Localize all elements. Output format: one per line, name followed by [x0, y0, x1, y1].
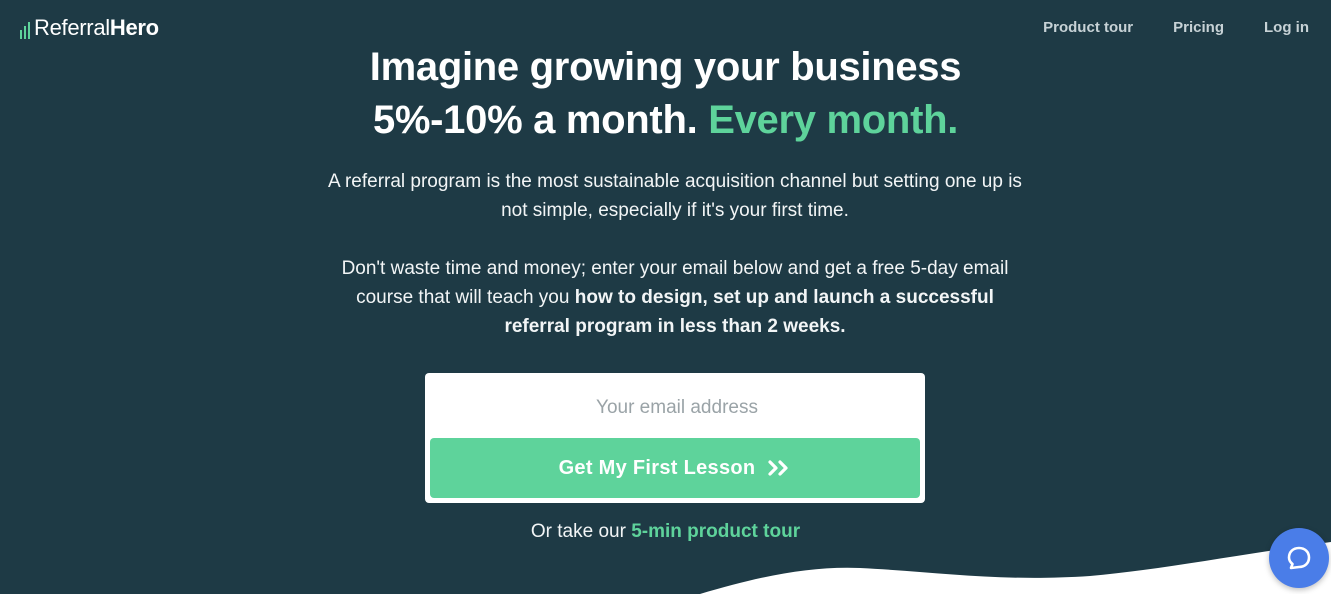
email-input[interactable] [430, 378, 924, 438]
nav-product-tour-link[interactable]: Product tour [1043, 18, 1133, 38]
headline-line1: Imagine growing your business [369, 45, 962, 89]
get-first-lesson-button[interactable]: Get My First Lesson [430, 438, 920, 498]
headline-line2: 5%-10% a month. Every month. [0, 96, 1331, 144]
course-paragraph-bold: how to design, set up and launch a succe… [504, 287, 994, 337]
logo-text-part2: Hero [109, 15, 159, 40]
logo-text: ReferralHero [34, 14, 159, 42]
headline-line2-white: 5%-10% a month. [372, 98, 698, 142]
headline-line2-accent: Every month. [708, 98, 959, 142]
get-first-lesson-label: Get My First Lesson [558, 456, 756, 479]
nav-pricing-link[interactable]: Pricing [1173, 18, 1224, 38]
intro-paragraph: A referral program is the most sustainab… [328, 171, 1022, 221]
chat-widget-button[interactable] [1269, 528, 1329, 588]
signup-form: Get My First Lesson [425, 373, 925, 503]
bottom-wave-decoration [700, 542, 1331, 594]
logo-text-part1: Referral [34, 15, 110, 40]
course-paragraph: Don't waste time and money; enter your e… [325, 254, 1025, 341]
nav-links: Product tour Pricing Log in [1043, 18, 1309, 38]
chat-bubble-icon [1287, 546, 1311, 570]
nav-login-link[interactable]: Log in [1264, 18, 1309, 38]
double-chevron-right-icon [768, 460, 789, 476]
logo-bars-icon [20, 22, 30, 42]
referralhero-logo[interactable]: ReferralHero [20, 14, 159, 42]
